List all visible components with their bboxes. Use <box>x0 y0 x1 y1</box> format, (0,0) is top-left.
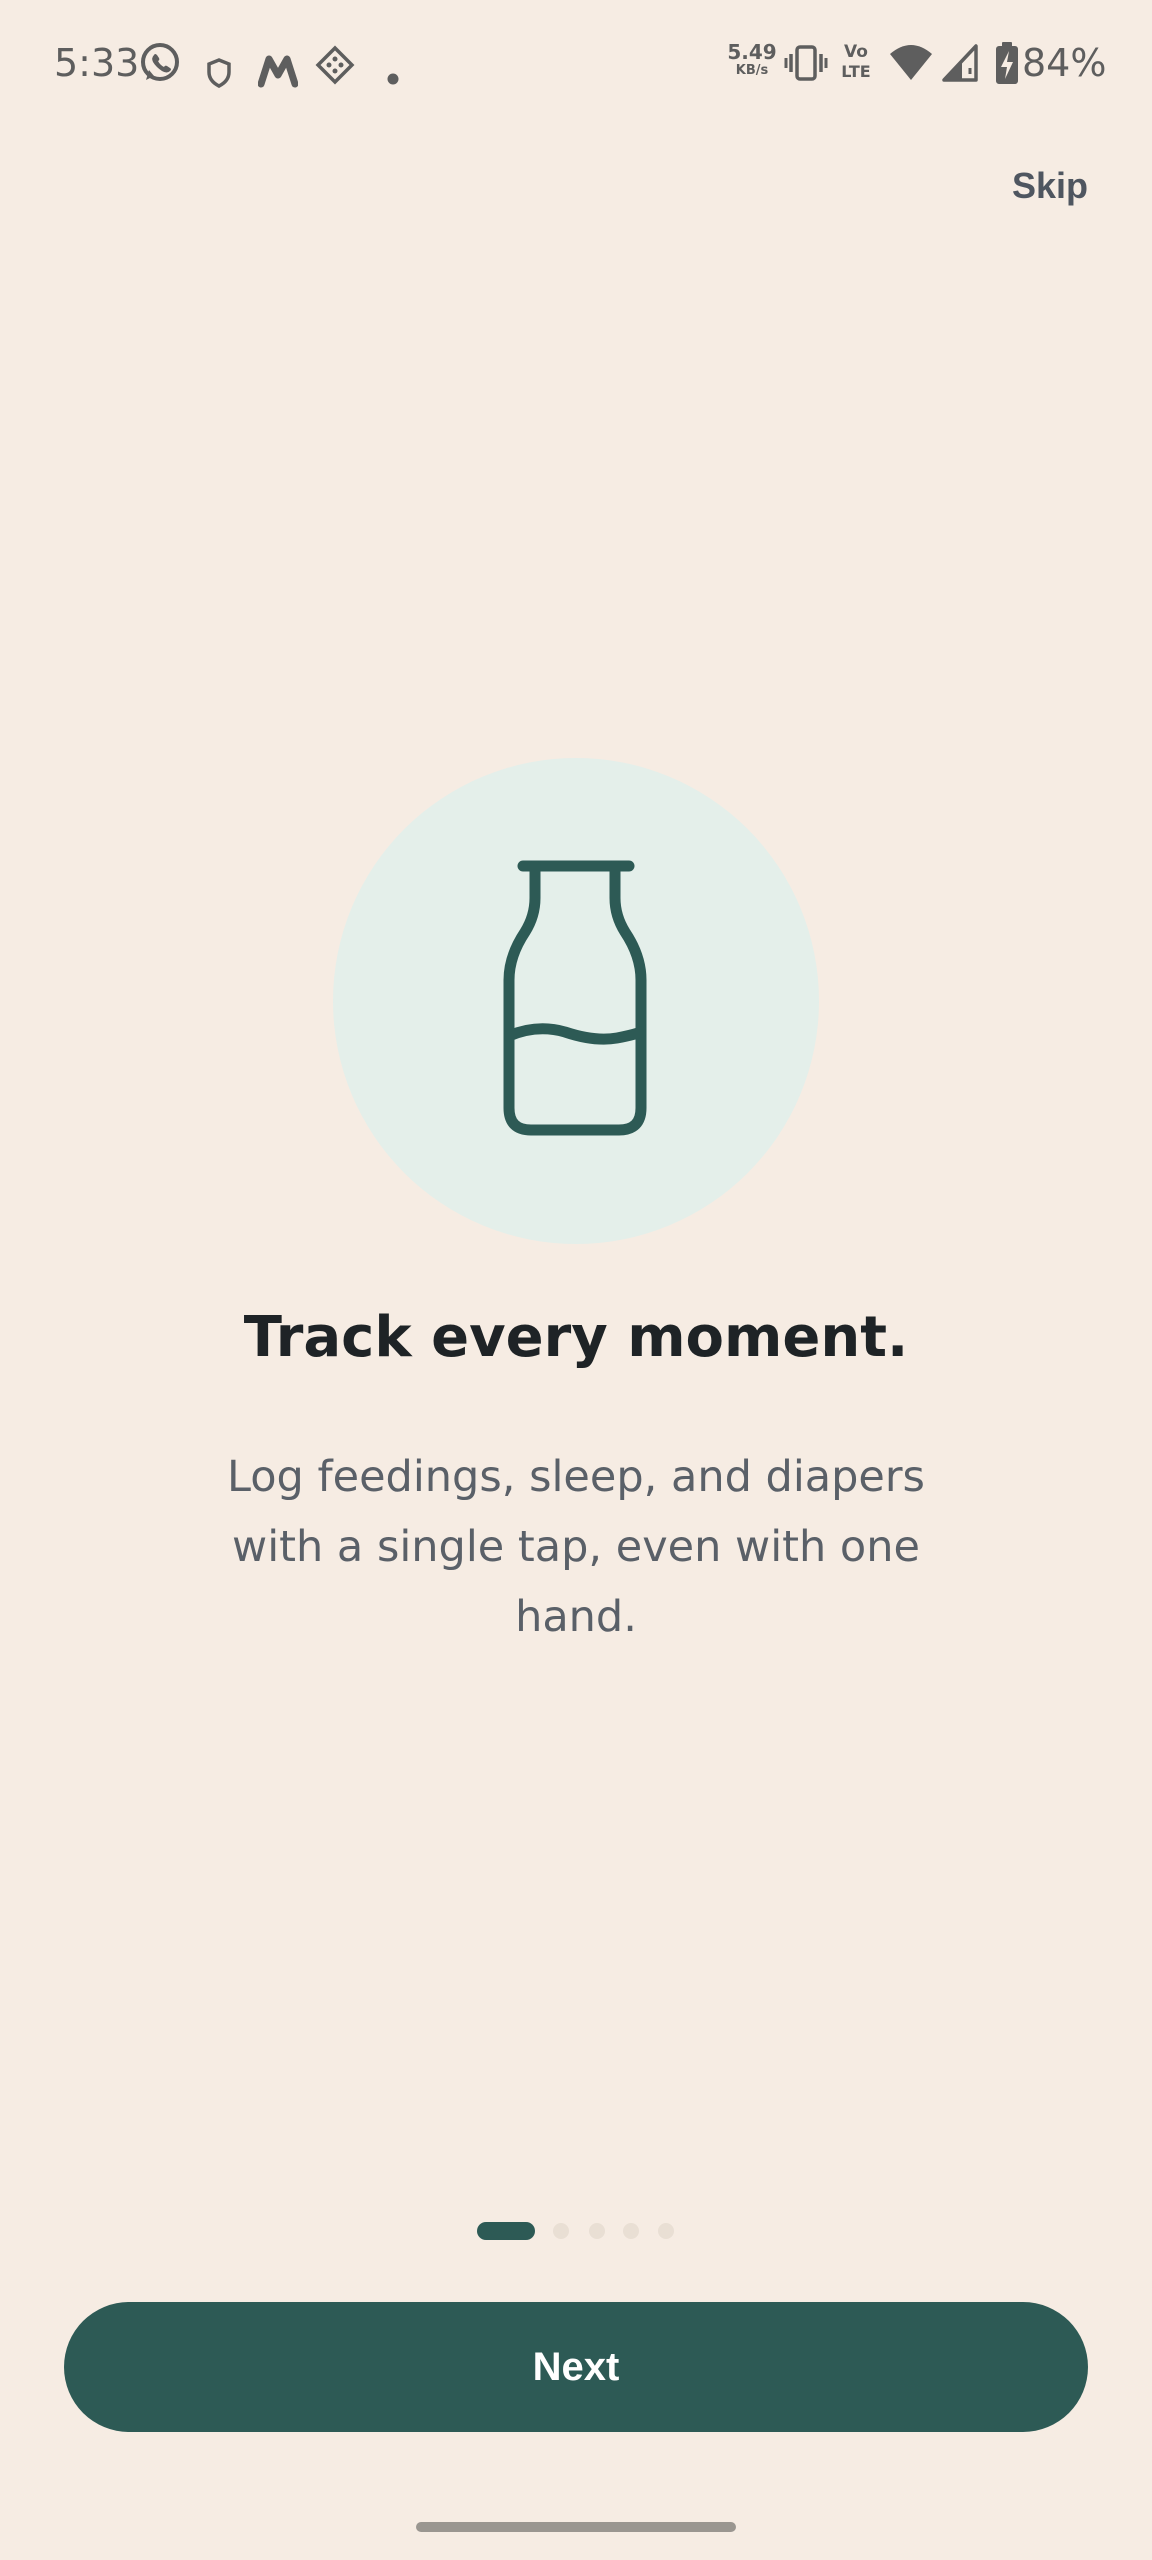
page-dot-5 <box>658 2223 674 2239</box>
network-speed-unit: KB/s <box>735 63 769 78</box>
onboarding-headline: Track every moment. <box>243 1305 909 1370</box>
volte-top-label: Vo <box>844 42 868 62</box>
network-speed-value: 5.49 <box>727 40 777 64</box>
status-bar: 5:33 5.49 KB/s Vo LTE 84% <box>0 0 1152 128</box>
wifi-icon <box>890 45 932 80</box>
dot-indicator <box>387 73 399 85</box>
volte-icon: Vo LTE <box>836 44 876 80</box>
page-dot-2 <box>553 2223 569 2239</box>
signal-icon <box>942 44 978 82</box>
battery-charging-icon <box>996 42 1018 84</box>
milk-bottle-icon <box>503 860 647 1136</box>
diamond-app-icon <box>315 45 355 85</box>
network-speed: 5.49 KB/s <box>726 42 778 77</box>
volte-bottom-label: LTE <box>841 62 871 81</box>
shield-icon <box>207 58 231 88</box>
page-dot-3 <box>589 2223 605 2239</box>
next-button[interactable]: Next <box>64 2302 1088 2432</box>
whatsapp-icon <box>141 43 179 81</box>
status-time: 5:33 <box>54 41 140 85</box>
vibrate-icon <box>784 45 828 81</box>
page-indicator <box>0 2222 1152 2240</box>
myntra-icon <box>258 55 298 88</box>
battery-percent: 84% <box>1022 41 1107 85</box>
skip-button[interactable]: Skip <box>1012 158 1088 214</box>
page-dot-1-active <box>477 2222 535 2240</box>
page-dot-4 <box>623 2223 639 2239</box>
illustration-circle <box>333 758 819 1244</box>
onboarding-subtitle: Log feedings, sleep, and diapers with a … <box>227 1452 925 1642</box>
home-indicator[interactable] <box>416 2522 736 2532</box>
